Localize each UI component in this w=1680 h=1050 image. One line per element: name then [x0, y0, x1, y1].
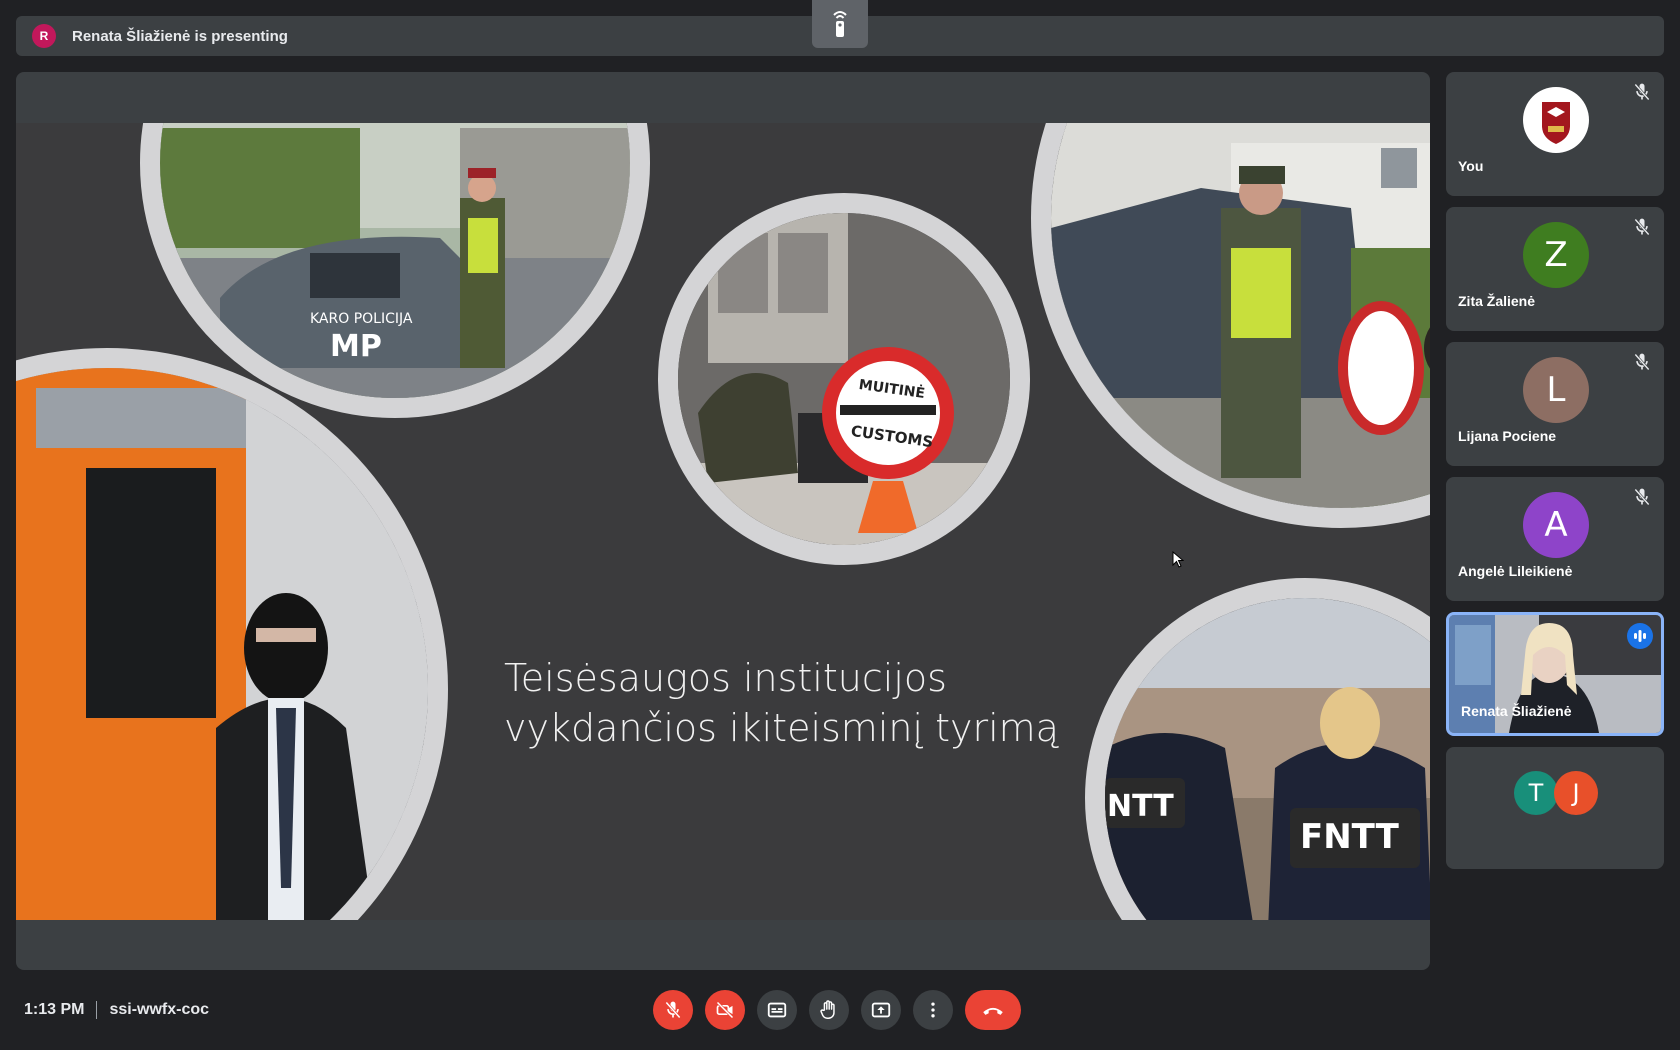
mic-toggle-button[interactable]: [653, 990, 693, 1030]
mic-off-icon: [1634, 353, 1650, 371]
presentation-stage: KARO POLICIJA MP MUITINĖ CUSTOMS FNTT NT…: [16, 72, 1430, 970]
participant-name: Zita Žalienė: [1458, 293, 1536, 309]
slide-photo-fntt: FNTT NTT: [1085, 578, 1430, 920]
captions-button[interactable]: [757, 990, 797, 1030]
present-icon: [871, 1002, 891, 1018]
mic-off-icon: [1634, 83, 1650, 101]
avatar: [1523, 87, 1589, 153]
participant-name: Lijana Pociene: [1458, 428, 1557, 444]
captions-icon: [767, 1002, 787, 1018]
raise-hand-button[interactable]: [809, 990, 849, 1030]
participant-name: Renata Šliažienė: [1461, 703, 1572, 719]
fntt-image: FNTT NTT: [1105, 598, 1430, 920]
camera-toggle-button[interactable]: [705, 990, 745, 1030]
slide-photo-border-guard: [1031, 123, 1430, 528]
school-logo-icon: [1527, 91, 1585, 149]
avatar: A: [1523, 492, 1589, 558]
leave-call-button[interactable]: [965, 990, 1021, 1030]
avatar: J: [1554, 771, 1598, 815]
more-vert-icon: [931, 1002, 935, 1018]
border-guard-image: [1051, 123, 1430, 508]
speaking-indicator-icon: [1627, 623, 1653, 649]
hand-icon: [820, 1000, 835, 1019]
meet-window: R Renata Šliažienė is presenting KARO PO…: [0, 0, 1680, 1050]
participant-name: Angelė Lileikienė: [1458, 563, 1573, 579]
slide-photo-customs: MUITINĖ CUSTOMS: [658, 193, 1030, 565]
slide-title-line-2: vykdančios ikiteisminį tyrimą: [504, 706, 1059, 750]
military-police-image: KARO POLICIJA MP: [160, 123, 630, 398]
participant-tile-zita[interactable]: Z Zita Žalienė: [1446, 207, 1664, 331]
participant-tile-others[interactable]: T J: [1446, 747, 1664, 869]
hang-up-icon: [983, 1007, 1003, 1015]
slide-title: Teisėsaugos institucijos vykdančios ikit…: [504, 653, 1064, 753]
photo-label-1: KARO POLICIJA: [310, 311, 413, 327]
camera-off-icon: [716, 1001, 734, 1019]
avatar: T: [1514, 771, 1558, 815]
photo-label-5: FNTT: [1300, 817, 1400, 857]
mic-off-icon: [1634, 218, 1650, 236]
participant-tile-lijana[interactable]: L Lijana Pociene: [1446, 342, 1664, 466]
participant-tile-renata[interactable]: Renata Šliažienė: [1446, 612, 1664, 736]
more-options-button[interactable]: [913, 990, 953, 1030]
slide-photo-detention: [16, 348, 448, 920]
remote-control-tab[interactable]: [812, 0, 868, 48]
mic-off-icon: [665, 1001, 681, 1019]
detention-image: [16, 368, 428, 920]
slide-title-line-1: Teisėsaugos institucijos: [504, 656, 947, 700]
avatar: L: [1523, 357, 1589, 423]
call-controls: [0, 990, 1680, 1030]
participant-name: You: [1458, 158, 1484, 174]
customs-image: MUITINĖ CUSTOMS: [678, 213, 1010, 545]
present-screen-button[interactable]: [861, 990, 901, 1030]
avatar: Z: [1523, 222, 1589, 288]
presenting-text: Renata Šliažienė is presenting: [72, 27, 288, 45]
presentation-slide: KARO POLICIJA MP MUITINĖ CUSTOMS FNTT NT…: [16, 123, 1430, 920]
photo-label-6: NTT: [1107, 789, 1174, 824]
participant-tile-you[interactable]: You: [1446, 72, 1664, 196]
audio-bars-icon: [1634, 630, 1646, 642]
participant-tile-angele[interactable]: A Angelė Lileikienė: [1446, 477, 1664, 601]
presenter-avatar: R: [32, 24, 56, 48]
mouse-cursor-icon: [1172, 551, 1184, 568]
remote-icon: [833, 11, 847, 37]
mic-off-icon: [1634, 488, 1650, 506]
photo-label-2: MP: [330, 329, 382, 364]
